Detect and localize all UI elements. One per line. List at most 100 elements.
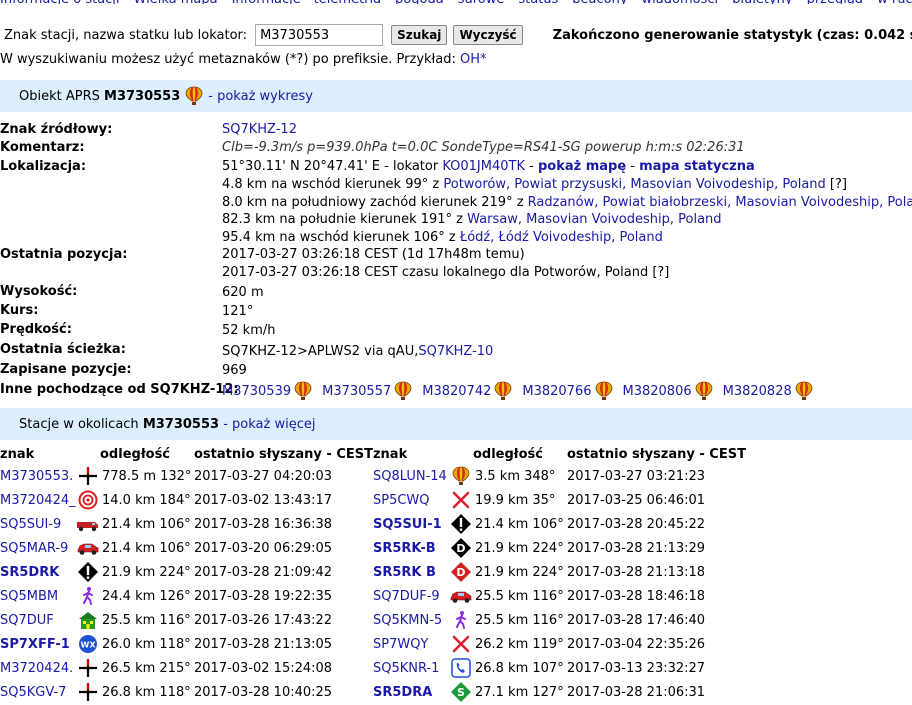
- target-icon: [76, 488, 100, 512]
- nav-item-3[interactable]: pogoda: [395, 0, 444, 4]
- station-cell: SQ5SUI-1: [373, 512, 449, 536]
- balloon-icon: [595, 381, 613, 401]
- course-label: Kurs:: [0, 303, 39, 318]
- nearby-stations-table: znak odległość ostatnio słyszany - CEST zna…: [0, 444, 746, 704]
- clear-button[interactable]: Wyczyść: [453, 25, 523, 45]
- station-callsign-link[interactable]: SQ5SUI-1: [373, 517, 442, 532]
- station-cell: SP7WQY: [373, 632, 449, 656]
- altitude-value: 620 m: [222, 285, 264, 300]
- nav-item-5[interactable]: status: [518, 0, 558, 4]
- station-callsign-link[interactable]: SQ7DUF-9: [373, 589, 440, 604]
- table-row: SQ7DUF 25.5 km 116° 2017-03-26 17:43:22 SQ5…: [0, 608, 746, 632]
- distance-cell: 19.9 km 35°: [474, 492, 556, 508]
- location-place-link[interactable]: Radzanów, Powiat białobrzeski, Masovian …: [528, 195, 912, 210]
- location-place-link[interactable]: Warsaw, Masovian Voivodeship, Poland: [467, 212, 721, 227]
- station-callsign-link[interactable]: SR5RK B: [373, 565, 436, 580]
- column-header: znak: [0, 446, 35, 462]
- last-heard-cell: 2017-03-28 18:46:18: [566, 588, 706, 604]
- speed-value: 52 km/h: [222, 323, 276, 338]
- station-callsign-link[interactable]: M3720424.: [0, 661, 73, 676]
- station-callsign-link[interactable]: M3730553.: [0, 469, 73, 484]
- nav-item-7[interactable]: wiadomości: [642, 0, 719, 4]
- nav-item-0[interactable]: Informacje o stacji: [0, 0, 120, 4]
- show-more-link[interactable]: - pokaż więcej: [223, 417, 315, 432]
- distance-cell: 25.5 km 116°: [474, 612, 564, 628]
- table-row: SQ5SUI-9 21.4 km 106° 2017-03-28 16:36:38 S…: [0, 512, 746, 536]
- search-input[interactable]: [255, 24, 384, 46]
- station-cell: SQ7DUF: [0, 608, 76, 632]
- example-link[interactable]: OH*: [460, 52, 487, 67]
- station-callsign-link[interactable]: SQ5MAR-9: [0, 541, 68, 556]
- station-callsign-link[interactable]: SR5RK-B: [373, 541, 436, 556]
- station-callsign-link[interactable]: SQ7DUF: [0, 613, 54, 628]
- last-heard-cell: 2017-03-28 20:45:22: [566, 516, 706, 532]
- other-object-link[interactable]: M3730539: [222, 384, 291, 399]
- location-place-link[interactable]: Potworów, Powiat przysuski, Masovian Voi…: [443, 177, 825, 192]
- nav-item-8[interactable]: biuletyny: [732, 0, 792, 4]
- comment-label: Komentarz:: [0, 140, 85, 155]
- nav-item-2[interactable]: Informacje - telemetria: [232, 0, 381, 4]
- station-callsign-link[interactable]: SP5CWQ: [373, 493, 430, 508]
- svg-text:D: D: [456, 566, 465, 579]
- last-heard-cell: 2017-03-26 17:43:22: [194, 612, 333, 628]
- station-callsign-link[interactable]: SQ5KNR-1: [373, 661, 439, 676]
- balloon-icon: [185, 86, 203, 106]
- static-map-link[interactable]: mapa statyczna: [639, 159, 755, 174]
- last-heard-cell: 2017-03-02 13:43:17: [194, 492, 333, 508]
- other-object-link[interactable]: M3820806: [623, 384, 692, 399]
- distance-cell: 26.8 km 107°: [474, 660, 564, 676]
- show-map-link[interactable]: pokaż mapę: [538, 159, 626, 174]
- walker-icon: [449, 608, 473, 632]
- location-distance-text: 4.8 km na wschód kierunek 99° z: [222, 177, 444, 192]
- last-heard-cell: 2017-03-28 19:22:35: [194, 588, 333, 604]
- last-heard-cell: 2017-03-13 23:32:27: [566, 660, 706, 676]
- last-heard-cell: 2017-03-20 06:29:05: [194, 540, 333, 556]
- station-callsign-link[interactable]: SQ5MBM: [0, 589, 58, 604]
- nav-item-4[interactable]: surowe: [458, 0, 505, 4]
- station-callsign-link[interactable]: SR5DRK: [0, 565, 59, 580]
- course-value: 121°: [222, 304, 254, 319]
- last-heard-cell: 2017-03-28 10:40:25: [194, 684, 333, 700]
- last-position-value: 2017-03-27 03:26:18 CEST (1d 17h48m temu…: [222, 247, 525, 262]
- station-cell: SR5DRK: [0, 560, 76, 584]
- source-link[interactable]: SQ7KHZ-12: [222, 122, 297, 137]
- location-place-link[interactable]: Łódź, Łódź Voivodeship, Poland: [460, 230, 663, 245]
- object-callsign: M3730553: [104, 88, 181, 104]
- nav-item-6[interactable]: beacony: [572, 0, 627, 4]
- path-link[interactable]: SQ7KHZ-10: [418, 344, 493, 359]
- balloon-icon: [494, 381, 512, 401]
- other-object-link[interactable]: M3820828: [723, 384, 792, 399]
- station-callsign-link[interactable]: SP7XFF-1: [0, 637, 70, 652]
- station-callsign-link[interactable]: SR5DRA: [373, 685, 432, 700]
- nav-item-9[interactable]: przegląd: [807, 0, 864, 4]
- table-row: SR5DRK 21.9 km 224° 2017-03-28 21:09:42 SR5…: [0, 560, 746, 584]
- other-object-link[interactable]: M3820742: [422, 384, 491, 399]
- station-cell: SQ5KGV-7: [0, 680, 76, 704]
- other-object-link[interactable]: M3820766: [522, 384, 591, 399]
- locator-link[interactable]: KO01JM40TK: [442, 159, 525, 174]
- car-icon: [449, 584, 473, 608]
- table-row: SQ5MBM 24.4 km 126° 2017-03-28 19:22:35 SQ7…: [0, 584, 746, 608]
- station-cell: SP5CWQ: [373, 488, 449, 512]
- station-callsign-link[interactable]: SP7WQY: [373, 637, 428, 652]
- other-object-link[interactable]: M3730557: [322, 384, 391, 399]
- walker-icon: [76, 584, 100, 608]
- station-callsign-link[interactable]: M3720424_: [0, 493, 76, 508]
- station-callsign-link[interactable]: SQ8LUN-14: [373, 469, 447, 484]
- station-callsign-link[interactable]: SQ5KMN-5: [373, 613, 442, 628]
- location-distance-text: 8.0 km na południowy zachód kierunek 219…: [222, 195, 528, 210]
- nav-item-1[interactable]: Wielka mapa: [134, 0, 218, 4]
- nav-item-10[interactable]: w ruchu: [877, 0, 912, 4]
- station-cell: SR5RK-B: [373, 536, 449, 560]
- station-callsign-link[interactable]: SQ5SUI-9: [0, 517, 61, 532]
- path-value: SQ7KHZ-12>APLWS2 via qAU,SQ7KHZ-10: [222, 344, 493, 359]
- search-button[interactable]: Szukaj: [391, 25, 448, 45]
- show-charts-link[interactable]: - pokaż wykresy: [208, 89, 313, 104]
- path-text: SQ7KHZ-12>APLWS2 via qAU,: [222, 344, 419, 359]
- last-heard-cell: 2017-03-28 21:06:31: [566, 684, 706, 700]
- house-icon: [76, 608, 100, 632]
- other-objects-label: Inne pochodzące od SQ7KHZ-12:: [0, 382, 239, 397]
- speed-label: Prędkość:: [0, 322, 72, 337]
- help-marker[interactable]: [?]: [826, 177, 847, 192]
- station-callsign-link[interactable]: SQ5KGV-7: [0, 685, 66, 700]
